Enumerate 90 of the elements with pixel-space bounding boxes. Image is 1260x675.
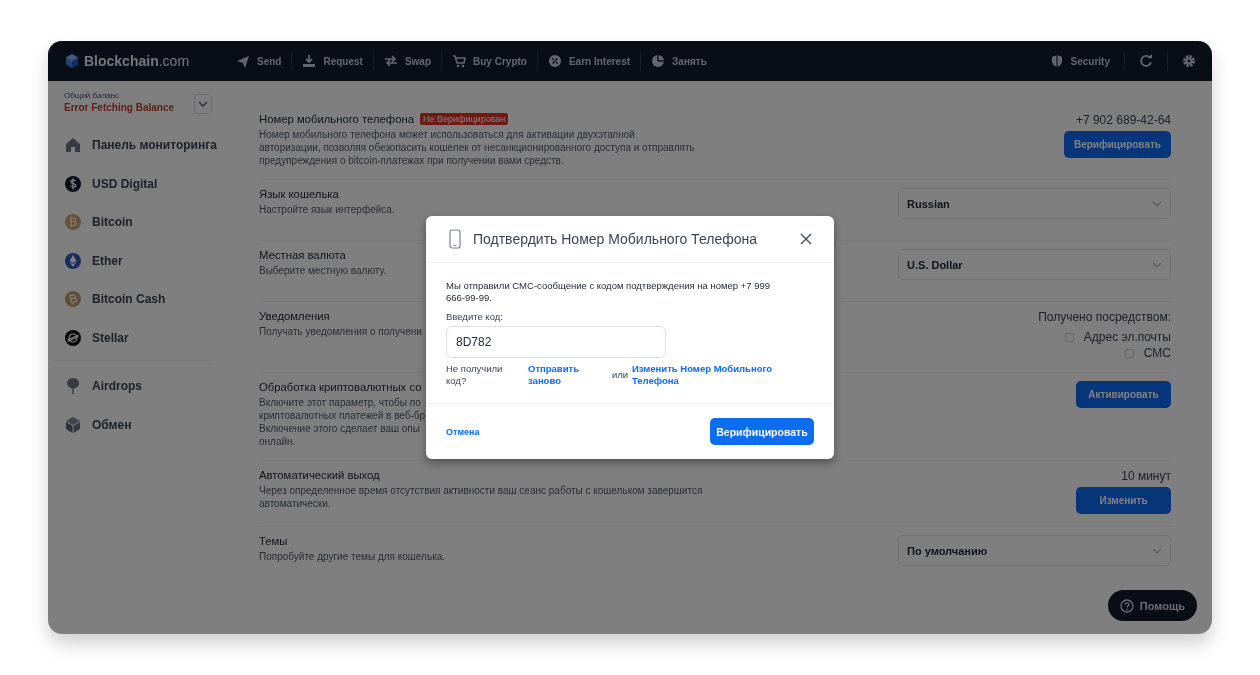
home-icon	[64, 136, 82, 155]
field-label: Введите код:	[446, 311, 504, 322]
dialog-message: Мы отправили СМС-сообщение с кодом подтверждения на номер +7 999 666-99-99.	[446, 280, 771, 304]
setting-value: 10 минут	[1121, 469, 1171, 483]
stellar-coin-icon	[64, 328, 82, 347]
setting-description: Включите этот параметр, чтобы по	[259, 396, 422, 409]
checkbox-caption: Получено посредством:	[1038, 310, 1171, 324]
ether-coin-icon	[64, 251, 82, 270]
resend-link[interactable]: Отправить заново	[528, 363, 612, 387]
help-button[interactable]: Помощь	[1107, 590, 1197, 621]
setting-description: онлайн.	[259, 435, 297, 448]
sidebar-item[interactable]: Stellar	[64, 318, 230, 357]
sidebar-item[interactable]: Панель мониторинга	[64, 126, 230, 165]
setting-description: Получать уведомления о получени	[259, 325, 422, 338]
nav-link[interactable]: Buy Crypto	[452, 54, 527, 68]
security-link[interactable]: Security	[1049, 54, 1110, 68]
setting-title: Обработка криптовалютных со	[259, 381, 422, 393]
action-button[interactable]: Активировать	[1076, 381, 1171, 408]
setting-title: Темы	[259, 535, 288, 547]
nav-link[interactable]: Swap	[383, 54, 432, 68]
setting-title: Язык кошелька	[259, 188, 339, 200]
shield-icon	[1049, 54, 1064, 68]
pie-chart-icon	[651, 54, 666, 68]
dropdown[interactable]: Russian	[898, 188, 1171, 219]
setting-title: Местная валюта	[259, 249, 346, 261]
setting-description: автоматически.	[259, 497, 332, 510]
dropdown[interactable]: По умолчанию	[898, 535, 1171, 566]
setting-value: +7 902 689-42-64	[1075, 113, 1171, 127]
sidebar-item[interactable]: USD Digital	[64, 164, 230, 203]
setting-description: Попробуйте другие темы для кошелька.	[259, 550, 446, 563]
sidebar-item[interactable]: Airdrops	[64, 367, 230, 406]
phone-icon	[449, 229, 461, 249]
cart-icon	[452, 54, 467, 68]
setting-description: Через определенное время отсутствия активности ваш сеанс работы с кошельком завершится	[259, 484, 703, 497]
setting-title: Номер мобильного телефона	[259, 113, 414, 125]
chevron-down-icon	[1152, 547, 1162, 554]
setting-description: Включение этого сделает ваш опы	[259, 422, 421, 435]
download-icon	[302, 54, 317, 68]
checkbox-label: СМС	[1143, 346, 1171, 360]
cube-icon	[64, 415, 82, 434]
settings-icon[interactable]	[1182, 54, 1196, 68]
sidebar-item[interactable]: Bitcoin	[64, 203, 230, 242]
percent-icon	[547, 54, 562, 68]
action-button[interactable]: Изменить	[1076, 487, 1171, 514]
nav-link[interactable]: Earn Interest	[547, 54, 631, 68]
send-icon	[236, 54, 250, 68]
close-icon	[800, 233, 812, 245]
status-badge: Не Верифицирован	[419, 113, 509, 125]
setting-description: предупреждения о bitcoin-платежах при получении вами средств.	[259, 154, 565, 167]
resend-prompt: Не получили код?	[446, 363, 504, 387]
close-button[interactable]	[800, 233, 812, 245]
dialog-title: Подтвердить Номер Мобильного Телефона	[473, 231, 758, 247]
sidebar-item[interactable]: Обмен	[64, 405, 230, 444]
logo-text[interactable]: Blockchain.com	[84, 53, 190, 69]
nav-link[interactable]: Request	[302, 54, 363, 68]
change-number-link[interactable]: Изменить Номер Мобильного Телефона	[632, 363, 792, 387]
cancel-link[interactable]: Отмена	[446, 426, 480, 437]
checkbox[interactable]	[1064, 332, 1074, 342]
expand-button[interactable]	[194, 94, 212, 114]
chevron-down-icon	[1152, 261, 1162, 268]
cube-logo-icon	[64, 53, 80, 69]
chevron-down-icon	[198, 101, 208, 107]
checkbox-label: Адрес эл.почты	[1083, 330, 1171, 344]
verify-button[interactable]: Верифицировать	[710, 418, 814, 445]
sidebar-item[interactable]: Bitcoin Cash	[64, 280, 230, 319]
balloon-icon	[64, 377, 82, 396]
code-field[interactable]: 8D782	[446, 326, 666, 358]
nav-link[interactable]: Занять	[651, 54, 707, 68]
setting-title: Уведомления	[259, 310, 330, 322]
refresh-icon[interactable]	[1139, 54, 1153, 68]
bitcoin-coin-icon	[64, 213, 82, 232]
or-text: или	[612, 369, 630, 381]
checkbox[interactable]	[1124, 348, 1134, 358]
chevron-down-icon	[1152, 200, 1162, 207]
setting-title: Автоматический выход	[259, 469, 380, 481]
swap-arrows-icon	[383, 54, 398, 68]
balance-error: Error Fetching Balance	[64, 102, 175, 113]
setting-description: авторизации, позволяя обезопасить кошелек от несанкционированного доступа и отправлять	[259, 141, 695, 154]
dropdown[interactable]: U.S. Dollar	[898, 249, 1171, 280]
setting-description: Настройте язык интерфейса.	[259, 203, 395, 216]
dollar-coin-icon	[64, 174, 82, 193]
sidebar-item[interactable]: Ether	[64, 241, 230, 280]
action-button[interactable]: Верифицировать	[1063, 131, 1171, 158]
setting-description: Выберите местную валюту.	[259, 264, 387, 277]
nav-link[interactable]: Send	[236, 54, 282, 68]
bitcoin-cash-coin-icon	[64, 290, 82, 309]
setting-description: Номер мобильного телефона может использоваться для активации двухэтапной	[259, 128, 636, 141]
setting-description: криптовалютных платежей в веб-бр	[259, 409, 426, 422]
balance-label: Общий баланс	[64, 91, 120, 100]
help-icon	[1119, 598, 1134, 613]
